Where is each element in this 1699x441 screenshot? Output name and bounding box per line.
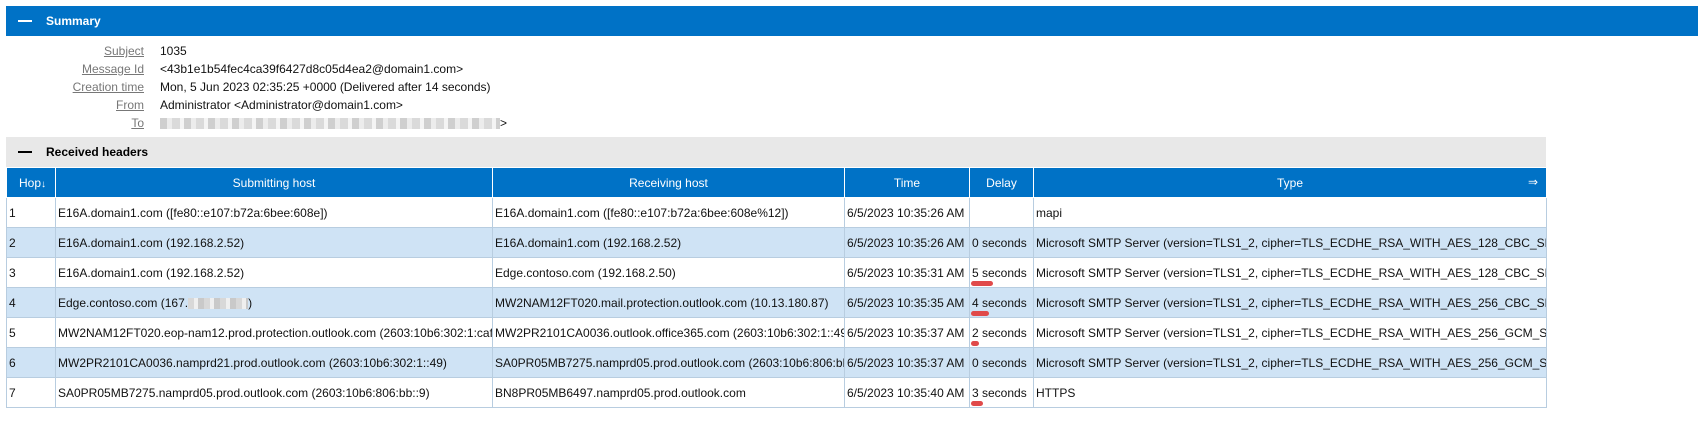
- submitting-host-prefix: Edge.contoso.com (167.: [58, 295, 189, 310]
- receiving-host-cell: MW2NAM12FT020.mail.protection.outlook.co…: [492, 287, 845, 318]
- delay-cell: 3 seconds: [969, 377, 1034, 408]
- creation-time-row: Creation time Mon, 5 Jun 2023 02:35:25 +…: [6, 78, 806, 96]
- from-value: Administrator <Administrator@domain1.com…: [160, 98, 403, 112]
- sort-down-icon: ↓: [41, 178, 47, 190]
- hop-cell: 1: [6, 197, 56, 228]
- submitting-host-cell: MW2PR2101CA0036.namprd21.prod.outlook.co…: [55, 347, 493, 378]
- time-cell: 6/5/2023 10:35:37 AM: [844, 317, 970, 348]
- hop-cell: 7: [6, 377, 56, 408]
- expand-arrow-icon[interactable]: ⇒: [1528, 175, 1538, 189]
- collapse-icon[interactable]: [18, 151, 32, 153]
- summary-fields: Subject 1035 Message Id <43b1e1b54fec4ca…: [6, 42, 806, 132]
- table-row: 3 E16A.domain1.com (192.168.2.52) Edge.c…: [6, 257, 1547, 288]
- delay-value: 2 seconds: [972, 325, 1027, 340]
- receiving-host-cell: MW2PR2101CA0036.outlook.office365.com (2…: [492, 317, 845, 348]
- column-header-time[interactable]: Time: [844, 167, 970, 198]
- collapse-icon[interactable]: [18, 20, 32, 22]
- time-cell: 6/5/2023 10:35:31 AM: [844, 257, 970, 288]
- receiving-host-cell: SA0PR05MB7275.namprd05.prod.outlook.com …: [492, 347, 845, 378]
- time-cell: 6/5/2023 10:35:35 AM: [844, 287, 970, 318]
- type-cell: Microsoft SMTP Server (version=TLS1_2, c…: [1033, 257, 1547, 288]
- delay-cell: 0 seconds: [969, 227, 1034, 258]
- column-header-submitting-host[interactable]: Submitting host: [55, 167, 493, 198]
- received-headers-table: Hop↓ Submitting host Receiving host Time…: [6, 167, 1547, 408]
- to-value-suffix: >: [500, 116, 508, 130]
- delay-cell: 4 seconds: [969, 287, 1034, 318]
- type-header-label: Type: [1276, 175, 1303, 190]
- subject-label[interactable]: Subject: [6, 42, 160, 60]
- message-id-label[interactable]: Message Id: [6, 60, 160, 78]
- received-headers-title: Received headers: [46, 145, 149, 159]
- column-header-hop[interactable]: Hop↓: [6, 167, 56, 198]
- time-cell: 6/5/2023 10:35:26 AM: [844, 197, 970, 228]
- received-headers-section-header[interactable]: Received headers: [6, 137, 1546, 167]
- from-row: From Administrator <Administrator@domain…: [6, 96, 806, 114]
- subject-value: 1035: [160, 44, 187, 58]
- delay-cell: 5 seconds: [969, 257, 1034, 288]
- submitting-host-suffix: ): [248, 295, 253, 310]
- hop-cell: 5: [6, 317, 56, 348]
- receiving-host-cell: BN8PR05MB6497.namprd05.prod.outlook.com: [492, 377, 845, 408]
- creation-time-value: Mon, 5 Jun 2023 02:35:25 +0000 (Delivere…: [160, 80, 491, 94]
- to-label[interactable]: To: [6, 114, 160, 132]
- type-cell: Microsoft SMTP Server (version=TLS1_2, c…: [1033, 287, 1547, 318]
- annotation-underline: [971, 311, 989, 316]
- message-id-value: <43b1e1b54fec4ca39f6427d8c05d4ea2@domain…: [160, 62, 464, 76]
- message-id-row: Message Id <43b1e1b54fec4ca39f6427d8c05d…: [6, 60, 806, 78]
- submitting-host-cell: MW2NAM12FT020.eop-nam12.prod.protection.…: [55, 317, 493, 348]
- receiving-host-cell: E16A.domain1.com (192.168.2.52): [492, 227, 845, 258]
- time-cell: 6/5/2023 10:35:40 AM: [844, 377, 970, 408]
- delay-cell: 2 seconds: [969, 317, 1034, 348]
- type-cell: HTTPS: [1033, 377, 1547, 408]
- type-cell: Microsoft SMTP Server (version=TLS1_2, c…: [1033, 347, 1547, 378]
- to-row: To >: [6, 114, 806, 132]
- hop-cell: 3: [6, 257, 56, 288]
- hop-cell: 2: [6, 227, 56, 258]
- submitting-host-cell: E16A.domain1.com (192.168.2.52): [55, 257, 493, 288]
- annotation-underline: [971, 281, 993, 286]
- delay-cell: 0 seconds: [969, 347, 1034, 378]
- time-cell: 6/5/2023 10:35:26 AM: [844, 227, 970, 258]
- to-value: >: [160, 114, 507, 132]
- hop-header-label: Hop: [19, 175, 42, 190]
- annotation-underline: [971, 341, 979, 346]
- summary-title: Summary: [46, 14, 101, 28]
- table-row: 5 MW2NAM12FT020.eop-nam12.prod.protectio…: [6, 317, 1547, 348]
- from-label[interactable]: From: [6, 96, 160, 114]
- column-header-delay[interactable]: Delay: [969, 167, 1034, 198]
- receiving-host-cell: Edge.contoso.com (192.168.2.50): [492, 257, 845, 288]
- subject-row: Subject 1035: [6, 42, 806, 60]
- redacted-recipient: [160, 118, 500, 130]
- annotation-underline: [971, 401, 983, 406]
- time-cell: 6/5/2023 10:35:37 AM: [844, 347, 970, 378]
- summary-section-header[interactable]: Summary: [6, 6, 1698, 36]
- hop-cell: 6: [6, 347, 56, 378]
- delay-cell: [969, 197, 1034, 228]
- creation-time-label[interactable]: Creation time: [6, 78, 160, 96]
- delay-value: 3 seconds: [972, 385, 1027, 400]
- table-row: 4 Edge.contoso.com (167.) MW2NAM12FT020.…: [6, 287, 1547, 318]
- submitting-host-cell: E16A.domain1.com ([fe80::e107:b72a:6bee:…: [55, 197, 493, 228]
- table-row: 6 MW2PR2101CA0036.namprd21.prod.outlook.…: [6, 347, 1547, 378]
- hop-cell: 4: [6, 287, 56, 318]
- type-cell: Microsoft SMTP Server (version=TLS1_2, c…: [1033, 227, 1547, 258]
- column-header-type[interactable]: Type ⇒: [1033, 167, 1547, 198]
- receiving-host-cell: E16A.domain1.com ([fe80::e107:b72a:6bee:…: [492, 197, 845, 228]
- type-cell: mapi: [1033, 197, 1547, 228]
- column-header-receiving-host[interactable]: Receiving host: [492, 167, 845, 198]
- delay-value: 4 seconds: [972, 295, 1027, 310]
- table-row: 2 E16A.domain1.com (192.168.2.52) E16A.d…: [6, 227, 1547, 258]
- type-cell: Microsoft SMTP Server (version=TLS1_2, c…: [1033, 317, 1547, 348]
- submitting-host-cell: SA0PR05MB7275.namprd05.prod.outlook.com …: [55, 377, 493, 408]
- submitting-host-cell: E16A.domain1.com (192.168.2.52): [55, 227, 493, 258]
- redacted-ip: [188, 297, 249, 309]
- table-header-row: Hop↓ Submitting host Receiving host Time…: [6, 167, 1547, 198]
- table-row: 1 E16A.domain1.com ([fe80::e107:b72a:6be…: [6, 197, 1547, 228]
- delay-value: 5 seconds: [972, 265, 1027, 280]
- submitting-host-cell: Edge.contoso.com (167.): [55, 287, 493, 318]
- table-row: 7 SA0PR05MB7275.namprd05.prod.outlook.co…: [6, 377, 1547, 408]
